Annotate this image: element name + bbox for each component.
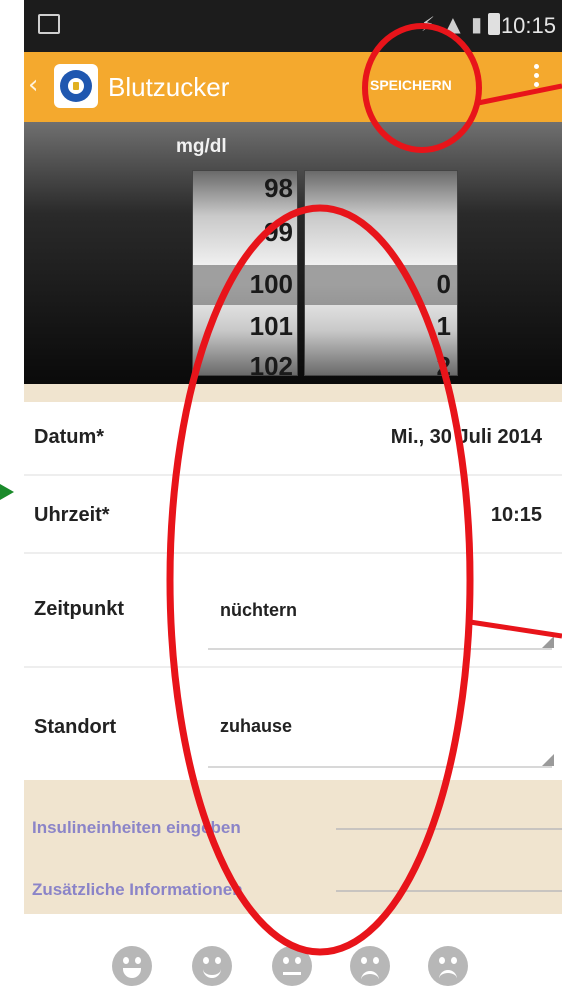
time-label: Uhrzeit* [34, 504, 110, 526]
zeitpunkt-row: Zeitpunkt nüchtern [24, 554, 562, 668]
entry-form: Datum* Mi., 30 Juli 2014 Uhrzeit* 10:15 … [24, 402, 562, 780]
status-bar: ⚡ ▲ ▮ 10:15 [24, 0, 562, 52]
very-happy-icon[interactable] [112, 946, 152, 986]
left-margin [0, 0, 24, 1007]
picker-value-selected: 0 [436, 269, 451, 299]
very-sad-icon[interactable] [428, 946, 468, 986]
time-value[interactable]: 10:15 [491, 504, 542, 527]
status-icons: ⚡ ▲ ▮ [420, 12, 484, 36]
date-value[interactable]: Mi., 30 Juli 2014 [391, 426, 542, 449]
page-title: Blutzucker [108, 72, 230, 102]
picker-value: 98 [264, 173, 293, 203]
standort-select[interactable]: zuhause [220, 716, 292, 737]
screenshot-frame: ⚡ ▲ ▮ 10:15 ‹ Blutzucker SPEICHERN mg/dl… [0, 0, 562, 1007]
sad-icon[interactable] [350, 946, 390, 986]
picker-value: 2 [436, 351, 451, 376]
picker-wheel-integer[interactable]: 98 99 100 101 102 [192, 170, 298, 376]
standort-label: Standort [34, 716, 117, 738]
date-row[interactable]: Datum* Mi., 30 Juli 2014 [24, 402, 562, 476]
happy-icon[interactable] [192, 946, 232, 986]
dropdown-caret-icon[interactable] [542, 636, 554, 648]
phone-screen: ⚡ ▲ ▮ 10:15 ‹ Blutzucker SPEICHERN mg/dl… [24, 0, 562, 1007]
dropdown-caret-icon[interactable] [542, 754, 554, 766]
picker-value-selected: 100 [249, 269, 293, 299]
battery-icon [488, 13, 500, 35]
save-button[interactable]: SPEICHERN [370, 77, 452, 93]
app-logo-icon[interactable] [54, 64, 98, 108]
zeitpunkt-label: Zeitpunkt [34, 598, 124, 620]
neutral-icon[interactable] [272, 946, 312, 986]
time-row[interactable]: Uhrzeit* 10:15 [24, 476, 562, 554]
notification-icon [38, 14, 60, 34]
picker-value: 102 [249, 351, 293, 376]
picker-value: 1 [436, 311, 451, 341]
glucose-picker: mg/dl 98 99 100 101 102 0 1 2 [24, 122, 562, 384]
back-chevron-icon[interactable]: ‹ [28, 70, 38, 100]
picker-value: 101 [249, 311, 293, 341]
standort-underline [208, 766, 552, 768]
zeitpunkt-underline [208, 648, 552, 650]
insulin-section-header[interactable]: Insulineinheiten eingeben [32, 818, 241, 838]
overflow-menu-icon[interactable] [534, 64, 540, 91]
standort-row: Standort zuhause [24, 668, 562, 780]
status-time: 10:15 [500, 13, 556, 38]
section-divider [336, 828, 562, 830]
picker-unit-label: mg/dl [176, 136, 227, 157]
mood-selector [24, 914, 562, 1007]
section-divider [336, 890, 562, 892]
picker-wheel-decimal[interactable]: 0 1 2 [304, 170, 458, 376]
zeitpunkt-select[interactable]: nüchtern [220, 600, 297, 621]
action-bar: ‹ Blutzucker SPEICHERN [24, 52, 562, 122]
picker-value: 99 [264, 217, 293, 247]
extra-info-section-header[interactable]: Zusätzliche Informationen [32, 880, 243, 900]
date-label: Datum* [34, 426, 105, 448]
